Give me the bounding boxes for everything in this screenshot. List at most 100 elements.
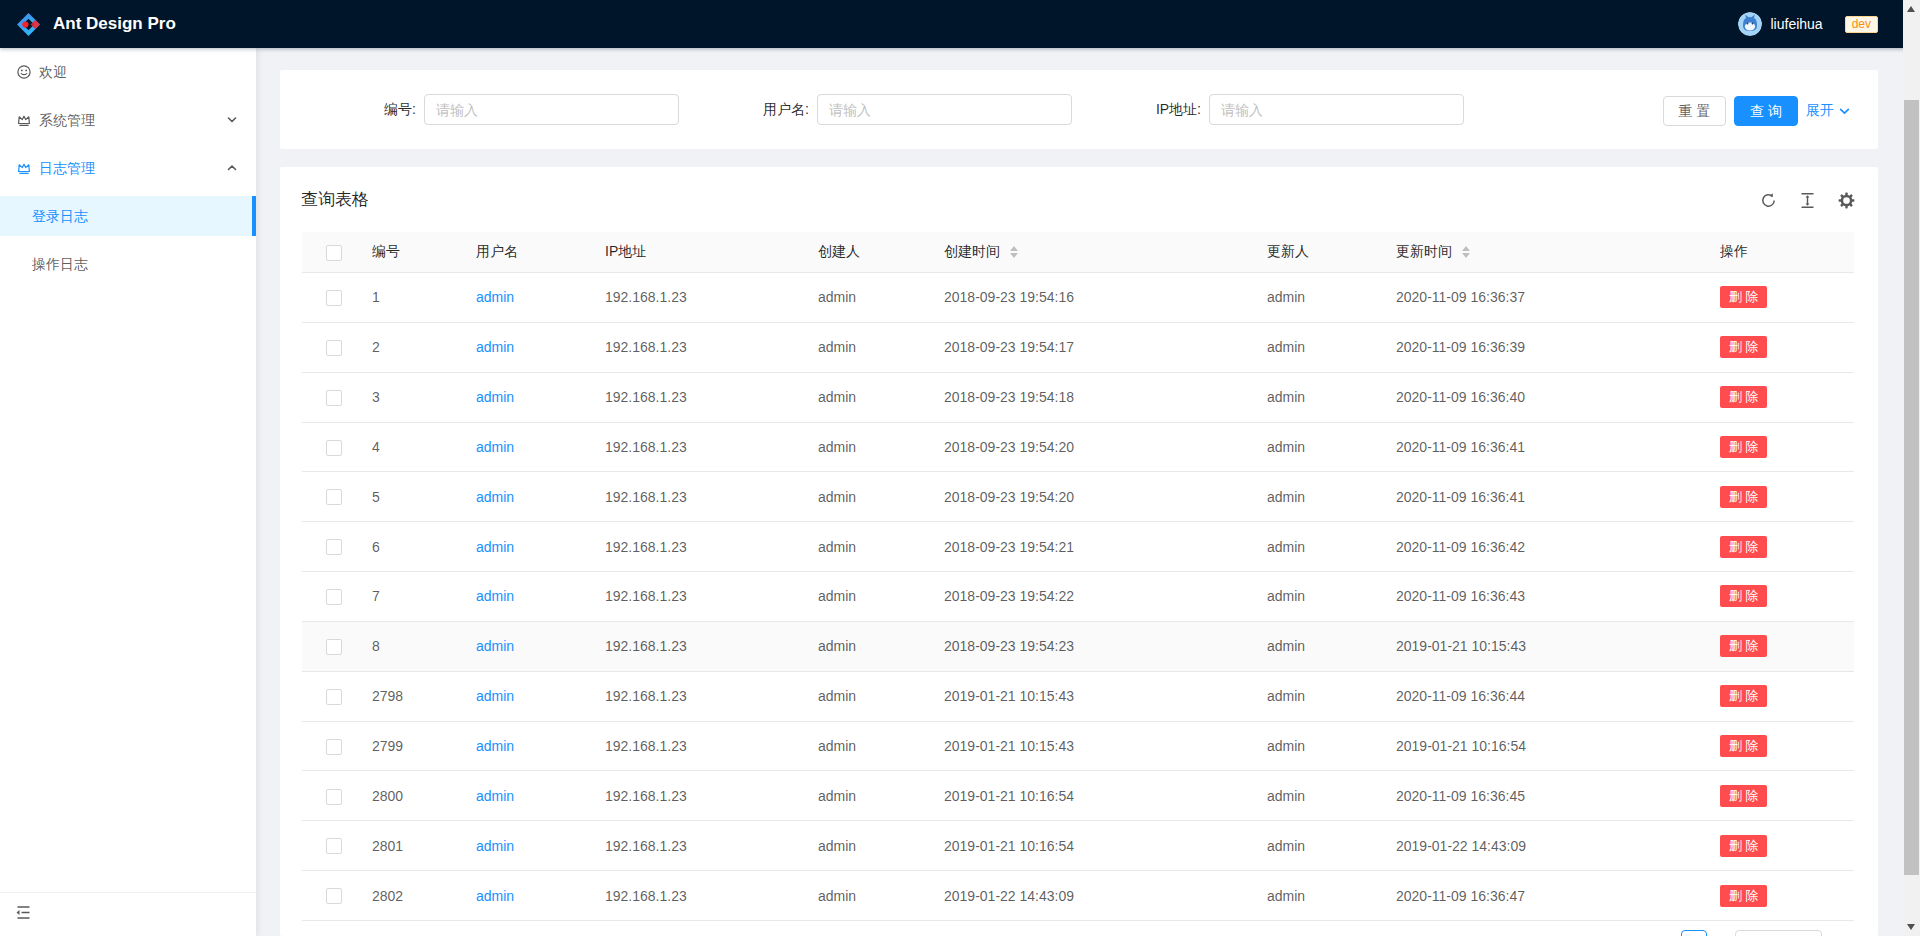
cell-updated: 2020-11-09 16:36:41 bbox=[1396, 439, 1525, 455]
row-checkbox[interactable] bbox=[326, 789, 342, 805]
user-link[interactable]: admin bbox=[476, 439, 514, 455]
row-checkbox[interactable] bbox=[326, 440, 342, 456]
col-header-created[interactable]: 创建时间 bbox=[928, 232, 1251, 273]
query-button[interactable]: 查 询 bbox=[1734, 96, 1798, 126]
table-row: 2801admin192.168.1.23admin2019-01-21 10:… bbox=[302, 821, 1854, 871]
table-row: 5admin192.168.1.23admin2018-09-23 19:54:… bbox=[302, 472, 1854, 522]
sidebar-item-log-mgmt[interactable]: 日志管理 bbox=[0, 148, 256, 188]
sidebar-item-system-mgmt[interactable]: 系统管理 bbox=[0, 100, 256, 140]
table-card: 查询表格 bbox=[280, 167, 1878, 936]
cell-created: 2018-09-23 19:54:17 bbox=[944, 339, 1074, 355]
menu-fold-icon[interactable] bbox=[15, 904, 32, 921]
delete-button[interactable]: 删 除 bbox=[1720, 536, 1767, 558]
sidebar-item-welcome[interactable]: 欢迎 bbox=[0, 52, 256, 92]
cell-updated: 2019-01-21 10:15:43 bbox=[1396, 638, 1526, 654]
username[interactable]: liufeihua bbox=[1770, 16, 1822, 32]
row-checkbox[interactable] bbox=[326, 290, 342, 306]
reset-button[interactable]: 重 置 bbox=[1663, 96, 1726, 126]
ip-label: IP地址: bbox=[1156, 94, 1201, 125]
user-link[interactable]: admin bbox=[476, 489, 514, 505]
pagination-current-page[interactable]: 1 bbox=[1681, 930, 1707, 936]
user-link[interactable]: admin bbox=[476, 738, 514, 754]
delete-button[interactable]: 删 除 bbox=[1720, 685, 1767, 707]
row-checkbox[interactable] bbox=[326, 888, 342, 904]
row-checkbox[interactable] bbox=[326, 589, 342, 605]
cell-id: 2801 bbox=[372, 838, 403, 854]
delete-button[interactable]: 删 除 bbox=[1720, 785, 1767, 807]
user-link[interactable]: admin bbox=[476, 838, 514, 854]
cell-updater: admin bbox=[1267, 588, 1305, 604]
row-checkbox[interactable] bbox=[326, 390, 342, 406]
delete-button[interactable]: 删 除 bbox=[1720, 835, 1767, 857]
crown-icon bbox=[17, 161, 31, 175]
reload-icon[interactable] bbox=[1760, 192, 1777, 209]
cell-id: 1 bbox=[372, 289, 380, 305]
page-scrollbar[interactable] bbox=[1903, 0, 1920, 936]
app-title: Ant Design Pro bbox=[53, 14, 176, 34]
table-row: 3admin192.168.1.23admin2018-09-23 19:54:… bbox=[302, 373, 1854, 423]
row-checkbox[interactable] bbox=[326, 689, 342, 705]
user-link[interactable]: admin bbox=[476, 638, 514, 654]
user-avatar[interactable] bbox=[1738, 12, 1762, 36]
row-checkbox[interactable] bbox=[326, 489, 342, 505]
delete-button[interactable]: 删 除 bbox=[1720, 585, 1767, 607]
col-header-creator: 创建人 bbox=[802, 232, 928, 273]
delete-button[interactable]: 删 除 bbox=[1720, 735, 1767, 757]
sidebar-item-login-log[interactable]: 登录日志 bbox=[0, 196, 256, 236]
cell-updater: admin bbox=[1267, 638, 1305, 654]
sorter-icon[interactable] bbox=[1462, 246, 1470, 258]
user-link[interactable]: admin bbox=[476, 339, 514, 355]
select-all-checkbox[interactable] bbox=[326, 245, 342, 261]
row-checkbox[interactable] bbox=[326, 739, 342, 755]
col-header-updated[interactable]: 更新时间 bbox=[1380, 232, 1704, 273]
column-height-icon[interactable] bbox=[1799, 192, 1816, 209]
cell-creator: admin bbox=[818, 688, 856, 704]
cell-ip: 192.168.1.23 bbox=[605, 688, 687, 704]
delete-button[interactable]: 删 除 bbox=[1720, 635, 1767, 657]
user-link[interactable]: admin bbox=[476, 888, 514, 904]
settings-gear-icon[interactable] bbox=[1838, 192, 1855, 209]
cell-created: 2019-01-22 14:43:09 bbox=[944, 888, 1074, 904]
cell-created: 2018-09-23 19:54:22 bbox=[944, 588, 1074, 604]
delete-button[interactable]: 删 除 bbox=[1720, 885, 1767, 907]
user-link[interactable]: admin bbox=[476, 588, 514, 604]
sidebar-item-label: 日志管理 bbox=[39, 148, 95, 188]
delete-button[interactable]: 删 除 bbox=[1720, 336, 1767, 358]
data-table: 编号 用户名 IP地址 创建人 创建时间 更新人 更新时间 操作 1admin1… bbox=[302, 232, 1854, 921]
delete-button[interactable]: 删 除 bbox=[1720, 486, 1767, 508]
row-checkbox[interactable] bbox=[326, 838, 342, 854]
user-link[interactable]: admin bbox=[476, 289, 514, 305]
pagination-page-size-select[interactable] bbox=[1735, 930, 1822, 936]
user-link[interactable]: admin bbox=[476, 688, 514, 704]
cell-id: 2800 bbox=[372, 788, 403, 804]
delete-button[interactable]: 删 除 bbox=[1720, 286, 1767, 308]
cell-ip: 192.168.1.23 bbox=[605, 539, 687, 555]
row-checkbox[interactable] bbox=[326, 539, 342, 555]
row-checkbox[interactable] bbox=[326, 340, 342, 356]
ip-input[interactable] bbox=[1209, 94, 1464, 125]
scrollbar-thumb[interactable] bbox=[1904, 100, 1919, 875]
sidebar-item-operation-log[interactable]: 操作日志 bbox=[0, 244, 256, 284]
cell-ip: 192.168.1.23 bbox=[605, 788, 687, 804]
cell-updated: 2020-11-09 16:36:39 bbox=[1396, 339, 1525, 355]
user-link[interactable]: admin bbox=[476, 389, 514, 405]
logo[interactable]: Ant Design Pro bbox=[16, 0, 176, 48]
row-checkbox[interactable] bbox=[326, 639, 342, 655]
scrollbar-up-arrow[interactable] bbox=[1907, 6, 1915, 12]
user-link[interactable]: admin bbox=[476, 788, 514, 804]
cell-updated: 2019-01-21 10:16:54 bbox=[1396, 738, 1526, 754]
sidebar-item-label: 登录日志 bbox=[32, 196, 88, 236]
cell-created: 2018-09-23 19:54:20 bbox=[944, 439, 1074, 455]
delete-button[interactable]: 删 除 bbox=[1720, 386, 1767, 408]
sorter-icon[interactable] bbox=[1010, 246, 1018, 258]
table-title: 查询表格 bbox=[301, 186, 369, 214]
scrollbar-down-arrow[interactable] bbox=[1907, 924, 1915, 930]
search-field-id: 编号: bbox=[224, 94, 679, 125]
user-link[interactable]: admin bbox=[476, 539, 514, 555]
delete-button[interactable]: 删 除 bbox=[1720, 436, 1767, 458]
cell-ip: 192.168.1.23 bbox=[605, 588, 687, 604]
cell-ip: 192.168.1.23 bbox=[605, 888, 687, 904]
expand-link[interactable]: 展开 bbox=[1806, 96, 1850, 126]
cell-id: 5 bbox=[372, 489, 380, 505]
cell-created: 2018-09-23 19:54:18 bbox=[944, 389, 1074, 405]
